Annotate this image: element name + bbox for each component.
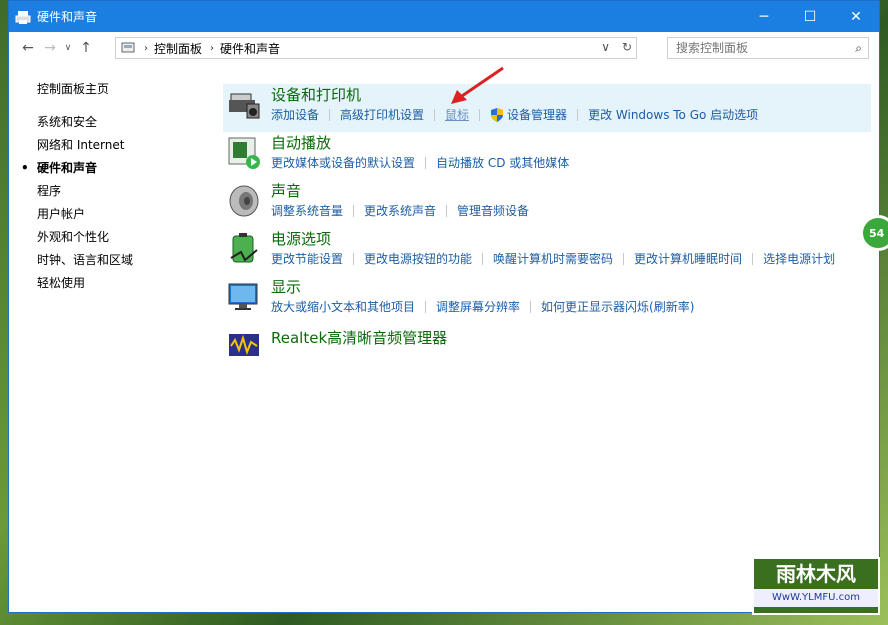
category-title[interactable]: Realtek高清晰音频管理器 xyxy=(271,324,871,352)
link-power-button-function[interactable]: 更改电源按钮的功能 xyxy=(364,250,472,268)
recent-chevron-down-icon[interactable]: ∨ xyxy=(61,37,75,59)
link-mouse[interactable]: 鼠标 xyxy=(445,106,469,124)
address-row: ← → ∨ ↑ › 控制面板 › 硬件和声音 ∨ ↻ ⌕ xyxy=(9,32,879,64)
link-adjust-volume[interactable]: 调整系统音量 xyxy=(271,202,343,220)
link-autoplay-cd[interactable]: 自动播放 CD 或其他媒体 xyxy=(436,154,569,172)
breadcrumb-control-panel[interactable]: 控制面板 xyxy=(154,40,202,57)
link-refresh-rate[interactable]: 如何更正显示器闪烁(刷新率) xyxy=(541,298,694,316)
address-dropdown-icon[interactable]: ∨ xyxy=(601,40,610,54)
link-change-media-defaults[interactable]: 更改媒体或设备的默认设置 xyxy=(271,154,415,172)
forward-arrow-icon[interactable]: → xyxy=(39,37,61,59)
title-bar: 硬件和声音 ─ ☐ ✕ xyxy=(9,1,879,32)
realtek-audio-icon xyxy=(229,334,259,356)
breadcrumb-hardware-sound[interactable]: 硬件和声音 xyxy=(220,40,280,57)
maximize-button[interactable]: ☐ xyxy=(787,1,833,32)
sidebar-item-appearance[interactable]: 外观和个性化 xyxy=(37,229,207,252)
printer-icon xyxy=(15,10,31,24)
category-title[interactable]: 显示 xyxy=(271,276,871,298)
autoplay-icon xyxy=(228,137,260,169)
power-battery-icon xyxy=(230,233,258,263)
link-add-device[interactable]: 添加设备 xyxy=(271,106,319,124)
link-device-manager[interactable]: 设备管理器 xyxy=(507,106,567,124)
link-change-system-sounds[interactable]: 更改系统声音 xyxy=(364,202,436,220)
up-arrow-icon[interactable]: ↑ xyxy=(75,37,97,59)
sidebar-item-clock-language[interactable]: 时钟、语言和区域 xyxy=(37,252,207,275)
red-arrow-annotation xyxy=(451,66,504,104)
sidebar-item-system-security[interactable]: 系统和安全 xyxy=(37,114,207,137)
category-list: 设备和打印机 添加设备 高级打印机设置 鼠标 设备管理器 更改 Windows … xyxy=(223,66,871,364)
sidebar: 控制面板主页 系统和安全 网络和 Internet 硬件和声音 程序 用户帐户 … xyxy=(21,81,207,298)
category-title[interactable]: 声音 xyxy=(271,180,871,202)
uac-shield-icon xyxy=(491,108,504,122)
category-title[interactable]: 电源选项 xyxy=(271,228,871,250)
category-sound: 声音 调整系统音量 更改系统声音 管理音频设备 xyxy=(223,180,871,228)
devices-printers-icon xyxy=(229,93,260,119)
sidebar-item-network[interactable]: 网络和 Internet xyxy=(37,137,207,160)
watermark-url: WwW.YLMFU.com xyxy=(754,589,878,607)
category-title[interactable]: 设备和打印机 xyxy=(271,84,871,106)
category-autoplay: 自动播放 更改媒体或设备的默认设置 自动播放 CD 或其他媒体 xyxy=(223,132,871,180)
category-realtek: Realtek高清晰音频管理器 xyxy=(223,324,871,364)
link-windows-to-go[interactable]: 更改 Windows To Go 启动选项 xyxy=(588,106,758,124)
category-power-options: 电源选项 更改节能设置 更改电源按钮的功能 唤醒计算机时需要密码 更改计算机睡眠… xyxy=(223,228,871,276)
link-wake-password[interactable]: 唤醒计算机时需要密码 xyxy=(493,250,613,268)
minimize-button[interactable]: ─ xyxy=(741,1,787,32)
back-arrow-icon[interactable]: ← xyxy=(17,37,39,59)
category-title[interactable]: 自动播放 xyxy=(271,132,871,154)
search-input[interactable] xyxy=(674,40,848,56)
sidebar-item-hardware-sound: 硬件和声音 xyxy=(21,160,207,183)
link-text-size[interactable]: 放大或缩小文本和其他项目 xyxy=(271,298,415,316)
link-screen-resolution[interactable]: 调整屏幕分辨率 xyxy=(436,298,520,316)
control-panel-window: 硬件和声音 ─ ☐ ✕ ← → ∨ ↑ › 控制面板 › 硬件和声音 ∨ ↻ ⌕ xyxy=(8,0,880,613)
sidebar-item-ease-of-access[interactable]: 轻松使用 xyxy=(37,275,207,298)
floating-badge[interactable]: 54 xyxy=(860,215,888,251)
link-advanced-printer-settings[interactable]: 高级打印机设置 xyxy=(340,106,424,124)
sidebar-item-programs[interactable]: 程序 xyxy=(37,183,207,206)
watermark-text: 雨林木风 xyxy=(776,562,856,586)
speaker-icon xyxy=(229,185,259,217)
link-sleep-time[interactable]: 更改计算机睡眠时间 xyxy=(634,250,742,268)
refresh-icon[interactable]: ↻ xyxy=(622,40,632,54)
address-bar[interactable]: › 控制面板 › 硬件和声音 ∨ ↻ xyxy=(115,37,637,59)
breadcrumb-separator: › xyxy=(210,42,215,54)
category-devices-printers: 设备和打印机 添加设备 高级打印机设置 鼠标 设备管理器 更改 Windows … xyxy=(223,84,871,132)
sidebar-item-home[interactable]: 控制面板主页 xyxy=(37,81,207,104)
link-choose-power-plan[interactable]: 选择电源计划 xyxy=(763,250,835,268)
control-panel-icon xyxy=(121,42,135,53)
category-display: 显示 放大或缩小文本和其他项目 调整屏幕分辨率 如何更正显示器闪烁(刷新率) xyxy=(223,276,871,324)
watermark-logo: 雨林木风 WwW.YLMFU.com xyxy=(752,557,880,615)
search-icon[interactable]: ⌕ xyxy=(855,41,862,56)
monitor-icon xyxy=(228,283,258,310)
sidebar-item-user-accounts[interactable]: 用户帐户 xyxy=(37,206,207,229)
close-button[interactable]: ✕ xyxy=(833,1,879,32)
link-power-saving-settings[interactable]: 更改节能设置 xyxy=(271,250,343,268)
link-manage-audio-devices[interactable]: 管理音频设备 xyxy=(457,202,529,220)
search-box[interactable]: ⌕ xyxy=(667,37,869,59)
breadcrumb-separator: › xyxy=(144,42,148,54)
window-title: 硬件和声音 xyxy=(37,10,98,24)
